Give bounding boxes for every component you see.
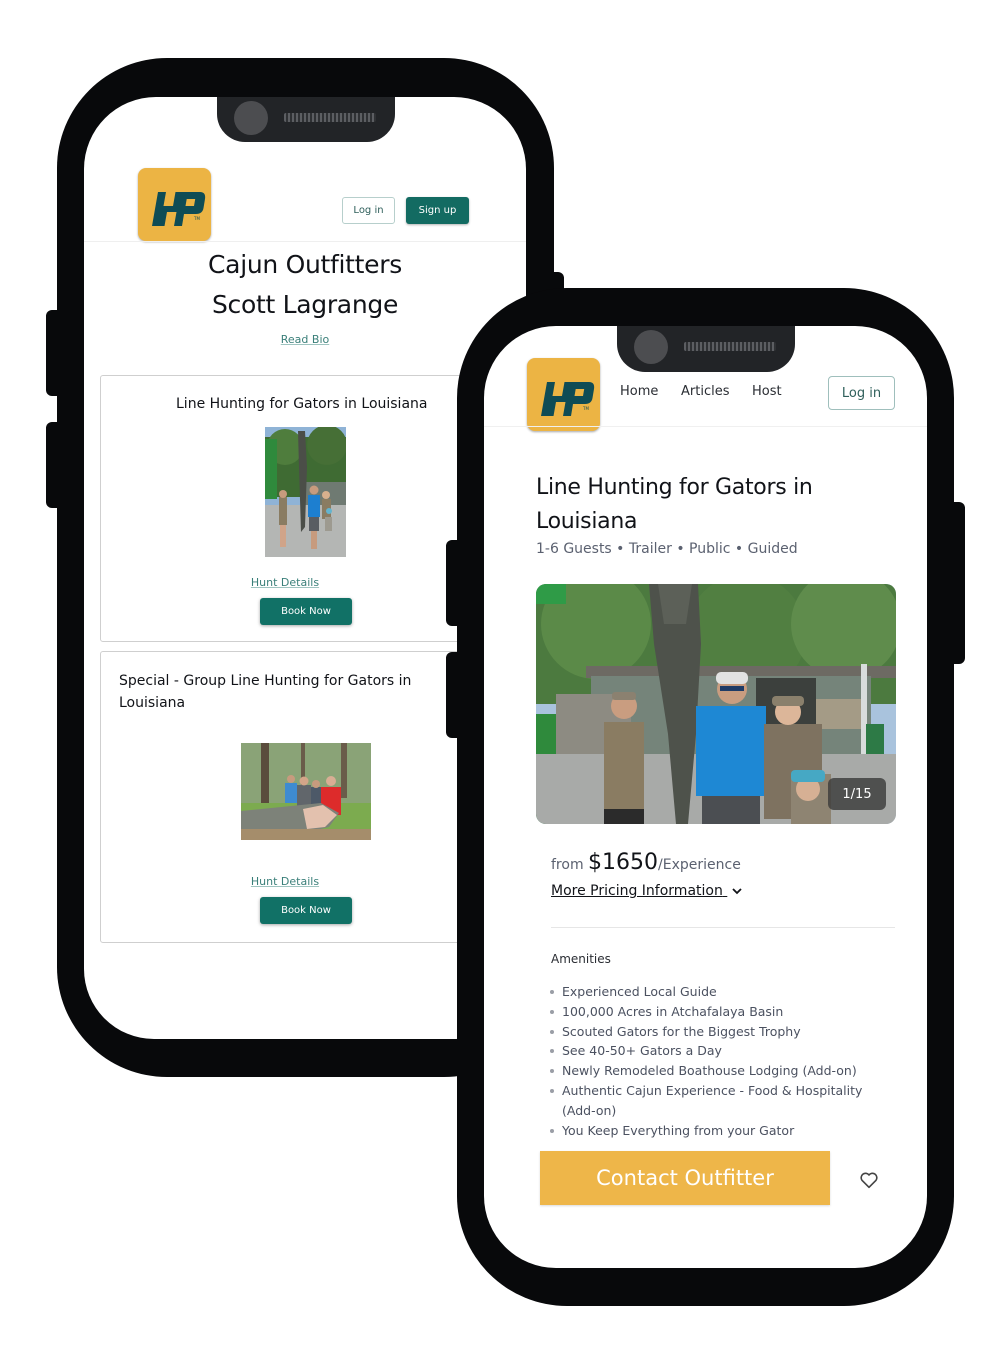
right-phone-notch bbox=[617, 326, 795, 372]
amenities-list: Experienced Local Guide 100,000 Acres in… bbox=[550, 982, 890, 1140]
hunt-details-link[interactable]: Hunt Details bbox=[251, 576, 319, 589]
header-divider bbox=[84, 241, 526, 242]
group-with-alligator-photo bbox=[241, 743, 371, 840]
left-phone-notch bbox=[217, 97, 395, 142]
login-button[interactable]: Log in bbox=[828, 376, 895, 410]
contact-outfitter-button[interactable]: Contact Outfitter bbox=[540, 1151, 830, 1205]
more-pricing-label: More Pricing Information bbox=[551, 883, 723, 899]
photo-gallery[interactable]: 1/15 bbox=[536, 584, 896, 824]
amenity-item: 100,000 Acres in Atchafalaya Basin bbox=[550, 1002, 890, 1022]
speaker-grille bbox=[684, 342, 776, 351]
hunt-photo[interactable] bbox=[241, 743, 371, 840]
hunt-card: Special - Group Line Hunting for Gators … bbox=[100, 651, 470, 943]
svg-text:TM: TM bbox=[582, 406, 589, 411]
hp-logo-mark-icon: TM bbox=[152, 192, 206, 226]
section-divider bbox=[551, 927, 895, 928]
hunt-details-link[interactable]: Hunt Details bbox=[251, 875, 319, 888]
hunt-card-title: Special - Group Line Hunting for Gators … bbox=[119, 673, 412, 711]
camera-icon bbox=[234, 101, 268, 135]
outfitter-name: Cajun Outfitters bbox=[208, 250, 402, 279]
chevron-down-icon bbox=[732, 888, 742, 895]
price: from $1650/Experience bbox=[551, 850, 741, 875]
guide-name: Scott Lagrange bbox=[211, 290, 399, 319]
price-prefix: from bbox=[551, 857, 584, 873]
login-button[interactable]: Log in bbox=[342, 197, 395, 224]
camera-icon bbox=[634, 330, 668, 364]
heart-icon[interactable] bbox=[858, 1169, 880, 1191]
signup-button[interactable]: Sign up bbox=[406, 197, 469, 224]
read-bio-link[interactable]: Read Bio bbox=[281, 333, 329, 346]
family-with-hanging-alligator-photo bbox=[265, 427, 346, 557]
amenity-item: Authentic Cajun Experience - Food & Hosp… bbox=[550, 1081, 890, 1121]
speaker-grille bbox=[284, 113, 376, 122]
amenity-item: Scouted Gators for the Biggest Trophy bbox=[550, 1022, 890, 1042]
amenity-item: See 40-50+ Gators a Day bbox=[550, 1041, 890, 1061]
price-amount: $1650 bbox=[588, 850, 659, 875]
right-phone-screen: TM Home Articles Host Log in Line Huntin… bbox=[484, 326, 927, 1268]
listing-meta: 1-6 Guests • Trailer • Public • Guided bbox=[536, 541, 798, 557]
hp-logo-mark-icon: TM bbox=[541, 382, 595, 416]
hunt-photo[interactable] bbox=[265, 427, 346, 557]
more-pricing-toggle[interactable]: More Pricing Information bbox=[551, 883, 743, 899]
nav-host-link[interactable]: Host bbox=[752, 384, 782, 399]
book-now-button[interactable]: Book Now bbox=[260, 598, 352, 625]
hp-logo[interactable]: TM bbox=[138, 168, 211, 241]
svg-text:TM: TM bbox=[193, 216, 200, 221]
hunt-card-title: Line Hunting for Gators in Louisiana bbox=[176, 396, 428, 412]
amenity-item: You Keep Everything from your Gator bbox=[550, 1121, 890, 1141]
nav-home-link[interactable]: Home bbox=[620, 384, 658, 399]
amenities-title: Amenities bbox=[551, 952, 611, 966]
header-divider bbox=[484, 426, 927, 427]
listing-title: Line Hunting for Gators in Louisiana bbox=[536, 475, 813, 534]
gallery-counter: 1/15 bbox=[828, 778, 886, 810]
price-unit: /Experience bbox=[658, 857, 741, 873]
amenity-item: Newly Remodeled Boathouse Lodging (Add-o… bbox=[550, 1061, 890, 1081]
hp-logo[interactable]: TM bbox=[527, 358, 600, 431]
nav-articles-link[interactable]: Articles bbox=[681, 384, 729, 399]
hunt-card: Line Hunting for Gators in Louisiana Hun… bbox=[100, 375, 470, 642]
book-now-button[interactable]: Book Now bbox=[260, 897, 352, 924]
amenity-item: Experienced Local Guide bbox=[550, 982, 890, 1002]
